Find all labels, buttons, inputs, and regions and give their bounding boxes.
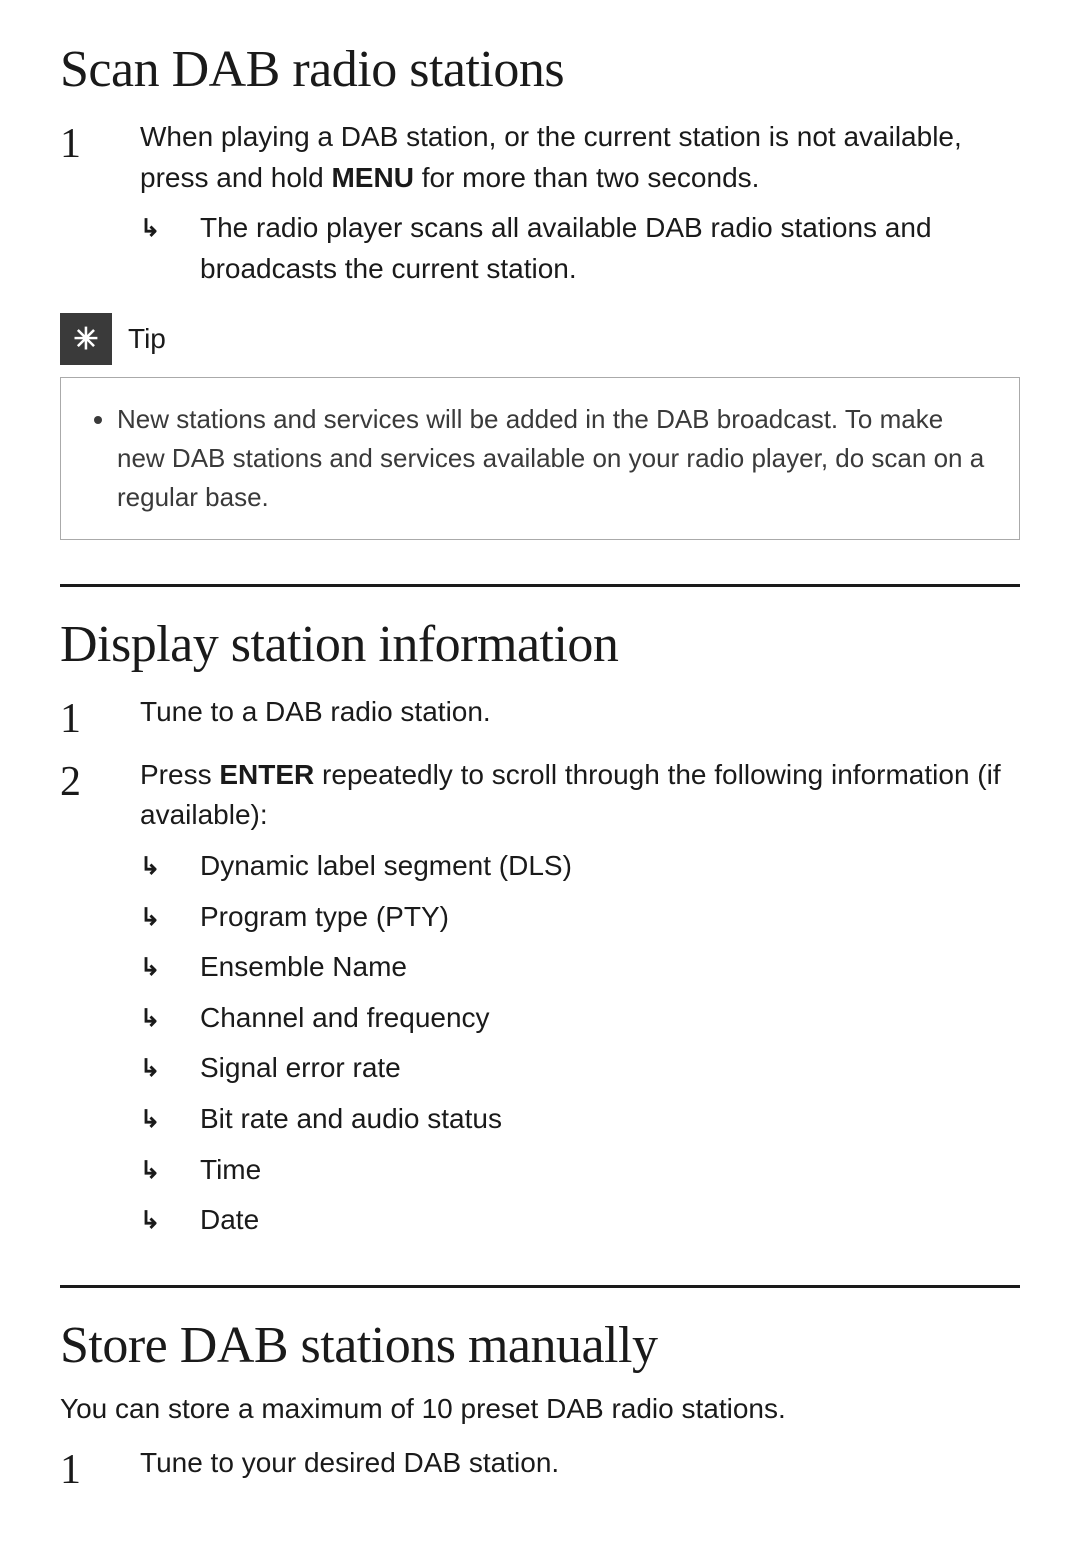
display-step-2: 2 Press ENTER repeatedly to scroll throu… xyxy=(60,755,1020,1241)
display-arrow-list: ↳Dynamic label segment (DLS)↳Program typ… xyxy=(140,846,1020,1241)
display-arrow-item-4: ↳Channel and frequency xyxy=(140,998,1020,1039)
display-arrow-text-4: Channel and frequency xyxy=(200,998,1020,1039)
display-arrow-text-7: Time xyxy=(200,1150,1020,1191)
tip-header: ✳ Tip xyxy=(60,313,1020,365)
arrow-icon-5: ↳ xyxy=(140,998,200,1037)
display-step-1-text: Tune to a DAB radio station. xyxy=(140,696,491,727)
display-arrow-text-8: Date xyxy=(200,1200,1020,1241)
arrow-icon-4: ↳ xyxy=(140,947,200,986)
scan-title: Scan DAB radio stations xyxy=(60,40,1020,99)
scan-section: Scan DAB radio stations 1 When playing a… xyxy=(60,40,1020,540)
display-arrow-text-1: Dynamic label segment (DLS) xyxy=(200,846,1020,887)
divider-2 xyxy=(60,1285,1020,1288)
display-arrow-item-7: ↳Time xyxy=(140,1150,1020,1191)
display-arrow-text-3: Ensemble Name xyxy=(200,947,1020,988)
store-title: Store DAB stations manually xyxy=(60,1316,1020,1375)
display-arrow-item-2: ↳Program type (PTY) xyxy=(140,897,1020,938)
scan-step-1-text-after: for more than two seconds. xyxy=(414,162,760,193)
tip-container: ✳ Tip New stations and services will be … xyxy=(60,313,1020,540)
store-step-1-number: 1 xyxy=(60,1443,140,1495)
arrow-icon-9: ↳ xyxy=(140,1200,200,1239)
display-section: Display station information 1 Tune to a … xyxy=(60,615,1020,1240)
scan-step-1-keyword: MENU xyxy=(331,162,413,193)
display-arrow-item-3: ↳Ensemble Name xyxy=(140,947,1020,988)
arrow-icon-3: ↳ xyxy=(140,897,200,936)
arrow-icon-6: ↳ xyxy=(140,1048,200,1087)
arrow-icon-2: ↳ xyxy=(140,846,200,885)
scan-step-1-content: When playing a DAB station, or the curre… xyxy=(140,117,1020,289)
display-arrow-item-1: ↳Dynamic label segment (DLS) xyxy=(140,846,1020,887)
display-step-2-keyword: ENTER xyxy=(219,759,314,790)
display-step-1-content: Tune to a DAB radio station. xyxy=(140,692,1020,733)
arrow-icon-7: ↳ xyxy=(140,1099,200,1138)
store-step-1-content: Tune to your desired DAB station. xyxy=(140,1443,1020,1484)
display-step-1: 1 Tune to a DAB radio station. xyxy=(60,692,1020,744)
tip-box: New stations and services will be added … xyxy=(60,377,1020,540)
store-intro: You can store a maximum of 10 preset DAB… xyxy=(60,1393,1020,1425)
scan-step-1-number: 1 xyxy=(60,117,140,169)
display-arrow-text-2: Program type (PTY) xyxy=(200,897,1020,938)
tip-list: New stations and services will be added … xyxy=(87,400,993,517)
display-step-2-content: Press ENTER repeatedly to scroll through… xyxy=(140,755,1020,1241)
scan-step-1-arrow: ↳ The radio player scans all available D… xyxy=(140,208,1020,289)
scan-step-1: 1 When playing a DAB station, or the cur… xyxy=(60,117,1020,289)
arrow-icon-1: ↳ xyxy=(140,208,200,247)
tip-label: Tip xyxy=(128,323,166,355)
store-step-1: 1 Tune to your desired DAB station. xyxy=(60,1443,1020,1495)
arrow-icon-8: ↳ xyxy=(140,1150,200,1189)
store-section: Store DAB stations manually You can stor… xyxy=(60,1316,1020,1495)
divider-1 xyxy=(60,584,1020,587)
display-arrow-text-6: Bit rate and audio status xyxy=(200,1099,1020,1140)
display-step-2-text-before: Press xyxy=(140,759,219,790)
display-arrow-text-5: Signal error rate xyxy=(200,1048,1020,1089)
display-step-2-number: 2 xyxy=(60,755,140,807)
tip-icon: ✳ xyxy=(60,313,112,365)
tip-bullet-1: New stations and services will be added … xyxy=(117,400,993,517)
display-arrow-item-8: ↳Date xyxy=(140,1200,1020,1241)
display-arrow-item-5: ↳Signal error rate xyxy=(140,1048,1020,1089)
display-step-1-number: 1 xyxy=(60,692,140,744)
display-arrow-item-6: ↳Bit rate and audio status xyxy=(140,1099,1020,1140)
scan-step-1-arrow-text: The radio player scans all available DAB… xyxy=(200,208,1020,289)
display-title: Display station information xyxy=(60,615,1020,674)
store-step-1-text: Tune to your desired DAB station. xyxy=(140,1447,559,1478)
